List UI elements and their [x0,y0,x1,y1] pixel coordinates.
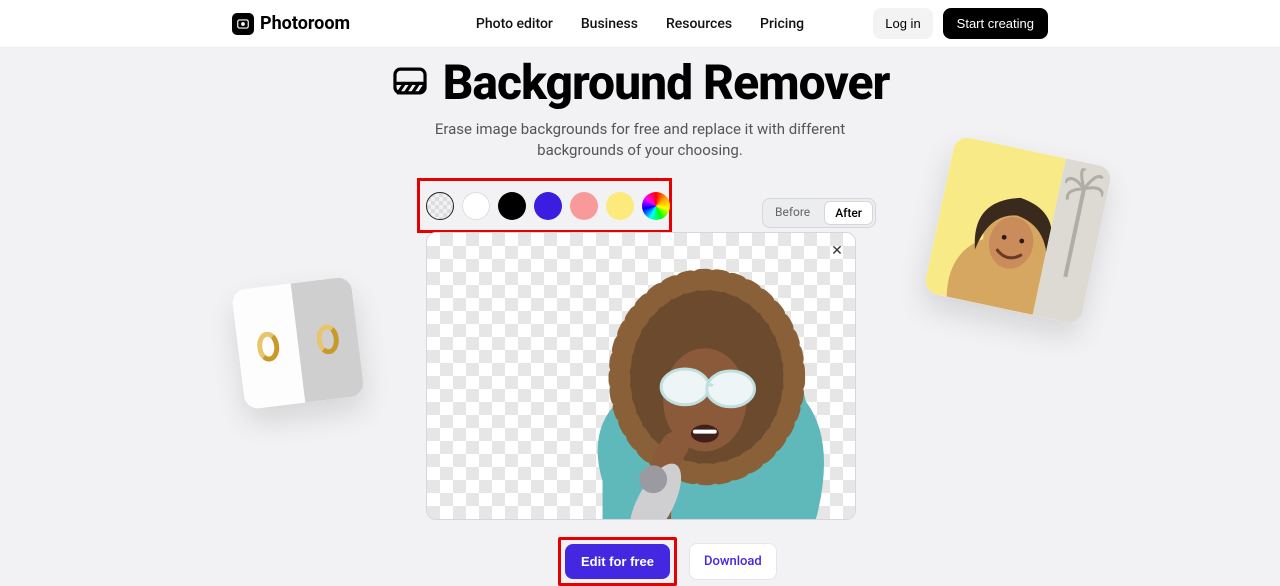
swatch-black[interactable] [498,192,526,220]
color-swatch-row [417,178,672,233]
example-card-earrings [231,276,365,410]
swatch-yellow[interactable] [606,192,634,220]
page-title: Background Remover [443,54,890,111]
download-button[interactable]: Download [689,543,777,580]
example-card-portrait [923,135,1113,325]
edit-for-free-button[interactable]: Edit for free [565,544,670,579]
brand-name: Photoroom [260,13,350,34]
page-subtitle: Erase image backgrounds for free and rep… [390,119,890,161]
start-creating-button[interactable]: Start creating [943,8,1048,39]
nav-resources[interactable]: Resources [666,16,732,32]
swatch-color-picker[interactable] [642,192,670,220]
swatch-pink[interactable] [570,192,598,220]
swatch-transparent[interactable] [426,192,454,220]
preview-canvas: ✕ [426,232,856,520]
swatch-white[interactable] [462,192,490,220]
edit-highlight-box: Edit for free [558,537,677,586]
brand-logo[interactable]: Photoroom [232,13,350,35]
bg-remover-icon [391,62,429,104]
nav-pricing[interactable]: Pricing [760,16,804,32]
sample-person [507,233,856,519]
toggle-before[interactable]: Before [763,199,822,227]
swatch-blue[interactable] [534,192,562,220]
toggle-after[interactable]: After [824,201,873,225]
nav-photo-editor[interactable]: Photo editor [476,16,553,32]
nav-business[interactable]: Business [581,16,638,32]
before-after-toggle: Before After [762,198,876,228]
login-button[interactable]: Log in [873,8,932,39]
brand-icon [232,13,254,35]
